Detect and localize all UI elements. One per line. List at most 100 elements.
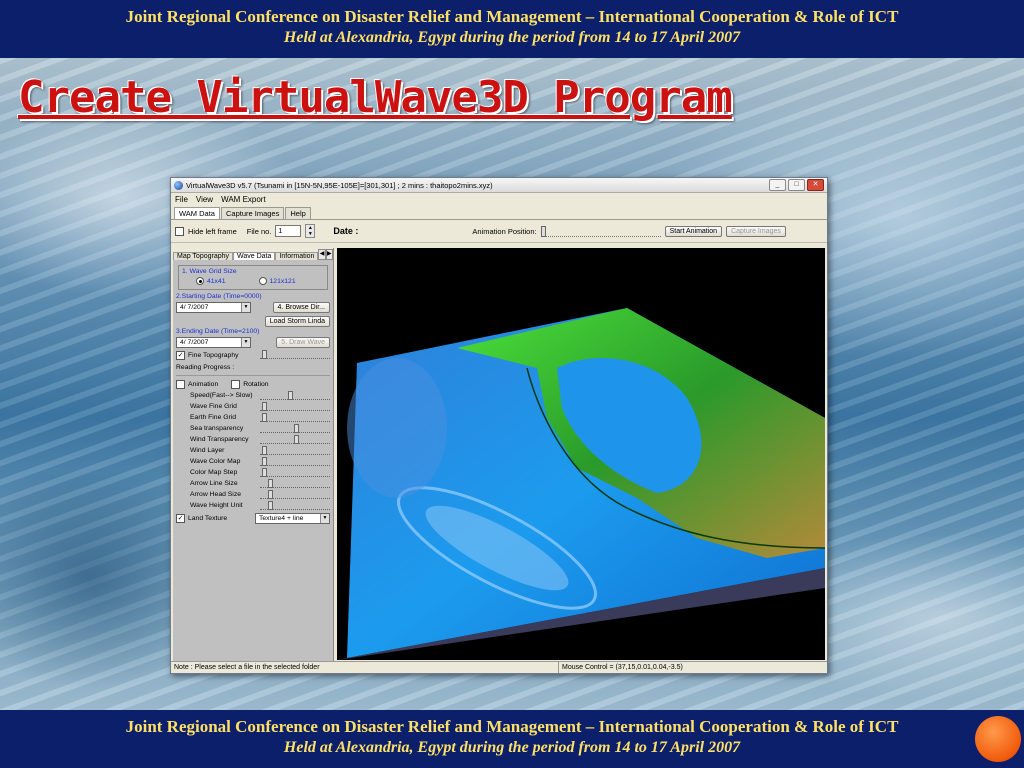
parameter-label: Sea transparency	[190, 425, 244, 432]
3d-viewport[interactable]	[337, 248, 825, 660]
chevron-down-icon: ▼	[320, 513, 329, 523]
hide-left-frame-checkbox[interactable]	[175, 226, 184, 236]
orange-orb-icon	[975, 716, 1021, 762]
parameter-label: Speed(Fast--> Slow)	[190, 392, 253, 399]
file-no-spinner[interactable]: ▲ ▼	[305, 224, 316, 238]
header-banner: Joint Regional Conference on Disaster Re…	[0, 0, 1024, 58]
tab-wam-data[interactable]: WAM Data	[174, 207, 220, 219]
animation-position-slider[interactable]	[540, 225, 661, 237]
menu-wam-export[interactable]: WAM Export	[221, 195, 266, 204]
left-panel: Map Topography Wave Data Information ◀ ▶…	[173, 248, 334, 662]
deep-water-patch	[347, 358, 447, 498]
window-titlebar[interactable]: VirtualWave3D v5.7 (Tsunami in [15N-5N,9…	[171, 178, 827, 193]
status-bar: Note : Please select a file in the selec…	[171, 661, 827, 673]
reading-progress-label: Reading Progress :	[176, 363, 235, 371]
starting-date-select[interactable]: 4/ 7/2007 ▼	[176, 301, 251, 313]
slider-thumb[interactable]	[262, 350, 267, 359]
tab-map-topography[interactable]: Map Topography	[173, 252, 234, 260]
fine-topography-checkbox[interactable]: ✓	[176, 350, 185, 360]
grid-41-label: 41x41	[207, 277, 226, 285]
parameter-slider[interactable]	[260, 500, 330, 510]
app-globe-icon	[174, 180, 183, 190]
parameter-slider[interactable]	[260, 412, 330, 422]
parameter-slider[interactable]	[260, 489, 330, 499]
slider-thumb[interactable]	[262, 401, 267, 411]
toolbar: Hide left frame File no. 1 ▲ ▼ Date : Ani…	[171, 220, 827, 243]
land-texture-checkbox[interactable]: ✓	[176, 513, 185, 523]
draw-wave-button[interactable]: 5. Draw Wave	[276, 336, 330, 348]
parameter-row: Wind Layer	[176, 445, 330, 456]
slider-thumb[interactable]	[262, 445, 267, 455]
app-window: VirtualWave3D v5.7 (Tsunami in [15N-5N,9…	[170, 177, 828, 674]
tab-wave-data[interactable]: Wave Data	[233, 252, 276, 260]
tab-information[interactable]: Information	[275, 252, 319, 260]
grid-121-radio[interactable]	[258, 277, 267, 285]
parameter-label: Wind Transparency	[190, 436, 249, 443]
slider-thumb[interactable]	[262, 412, 267, 422]
rotation-checkbox[interactable]	[231, 379, 241, 389]
grid-size-group: 1. Wave Grid Size 41x41 121x121	[178, 265, 328, 290]
parameter-label: Arrow Line Size	[190, 480, 238, 487]
parameter-slider[interactable]	[260, 401, 330, 411]
parameter-slider[interactable]	[260, 445, 330, 455]
hide-left-frame-label: Hide left frame	[188, 226, 237, 236]
parameter-slider[interactable]	[260, 434, 330, 444]
slider-thumb[interactable]	[262, 456, 267, 466]
grid-41-radio[interactable]	[196, 277, 204, 285]
slider-thumb[interactable]	[268, 500, 273, 510]
minimize-button[interactable]: _	[769, 179, 786, 191]
land-texture-select[interactable]: Texture4 + line ▼	[255, 512, 330, 524]
parameter-label: Wave Height Unit	[190, 502, 243, 509]
slider-thumb[interactable]	[540, 225, 546, 237]
parameter-row: Speed(Fast--> Slow)	[176, 390, 330, 401]
parameter-row: Wave Color Map	[176, 456, 330, 467]
left-tabs: Map Topography Wave Data Information ◀ ▶	[173, 248, 333, 260]
animation-checkbox[interactable]	[176, 379, 185, 389]
banner-line-1: Joint Regional Conference on Disaster Re…	[125, 7, 899, 26]
starting-date-value: 4/ 7/2007	[180, 303, 209, 311]
menu-view[interactable]: View	[196, 195, 213, 204]
parameter-row: Color Map Step	[176, 467, 330, 478]
ending-date-select[interactable]: 4/ 7/2007 ▼	[176, 336, 251, 348]
capture-images-button[interactable]: Capture Images	[726, 225, 786, 237]
slider-thumb[interactable]	[294, 423, 299, 433]
file-no-label: File no.	[246, 226, 272, 236]
parameter-slider[interactable]	[260, 467, 330, 477]
parameter-row: Arrow Line Size	[176, 478, 330, 489]
grid-121-label: 121x121	[269, 277, 296, 285]
rotation-label: Rotation	[243, 380, 269, 388]
file-no-input[interactable]: 1	[275, 225, 302, 237]
close-button[interactable]: ✕	[807, 179, 824, 191]
menu-file[interactable]: File	[175, 195, 188, 204]
slider-thumb[interactable]	[294, 434, 299, 444]
menu-bar: File View WAM Export	[171, 193, 827, 205]
chevron-down-icon: ▼	[241, 302, 250, 312]
parameter-slider[interactable]	[260, 390, 330, 400]
start-animation-button[interactable]: Start Animation	[664, 225, 723, 237]
tab-capture-images[interactable]: Capture Images	[220, 207, 285, 219]
banner-line-2: Held at Alexandria, Egypt during the per…	[283, 29, 741, 46]
tab-scroll-left-icon[interactable]: ◀	[318, 249, 326, 260]
footer-banner: Joint Regional Conference on Disaster Re…	[0, 710, 1024, 768]
parameter-row: Wind Transparency	[176, 434, 330, 445]
load-storm-linda-button[interactable]: Load Storm Linda	[264, 315, 330, 327]
maximize-button[interactable]: □	[788, 179, 805, 191]
chevron-down-icon: ▼	[241, 337, 250, 347]
fine-topography-slider[interactable]	[260, 350, 330, 359]
slider-thumb[interactable]	[288, 390, 293, 400]
slider-thumb[interactable]	[262, 467, 267, 477]
parameter-row: Arrow Head Size	[176, 489, 330, 500]
browse-dir-button[interactable]: 4. Browse Dir...	[272, 301, 330, 313]
tab-scroll-right-icon[interactable]: ▶	[325, 249, 333, 260]
slider-thumb[interactable]	[268, 478, 273, 488]
parameter-slider[interactable]	[260, 478, 330, 488]
starting-date-label: 2.Starting Date (Time=0000)	[176, 293, 262, 300]
status-mouse-control: Mouse Control = (37,15,0.01,0.04,-3.5)	[562, 664, 683, 671]
parameter-slider[interactable]	[260, 456, 330, 466]
parameter-label: Arrow Head Size	[190, 491, 241, 498]
footer-line-1: Joint Regional Conference on Disaster Re…	[125, 717, 899, 736]
tab-help[interactable]: Help	[285, 207, 311, 219]
slider-thumb[interactable]	[268, 489, 273, 499]
top-tabs: WAM Data Capture Images Help	[171, 205, 827, 220]
parameter-slider[interactable]	[260, 423, 330, 433]
